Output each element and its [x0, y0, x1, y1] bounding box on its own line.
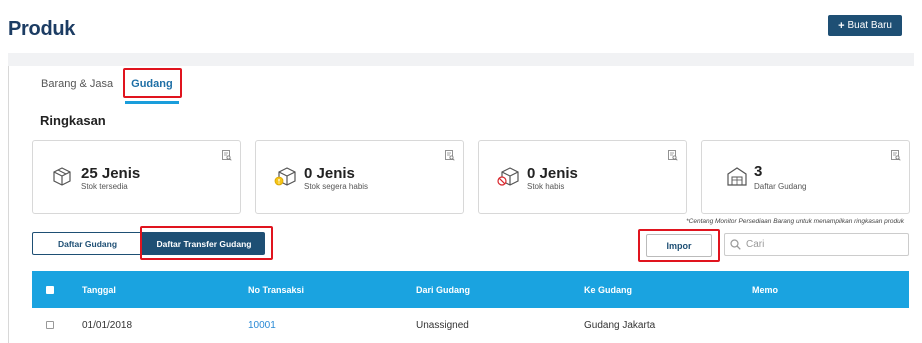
document-search-icon[interactable]	[445, 150, 455, 161]
card-value: 0 Jenis	[304, 165, 355, 182]
summary-title: Ringkasan	[40, 113, 106, 128]
card-value: 25 Jenis	[81, 165, 141, 182]
row-checkbox[interactable]	[46, 321, 54, 329]
search-box[interactable]	[724, 233, 909, 256]
plus-icon: +	[838, 19, 845, 32]
new-button-label: Buat Baru	[847, 20, 892, 31]
new-button[interactable]: + Buat Baru	[828, 15, 902, 36]
select-all-checkbox[interactable]	[46, 286, 54, 294]
card-subtitle: Stok tersedia	[81, 182, 128, 191]
document-search-icon[interactable]	[222, 150, 232, 161]
column-header-ke-gudang[interactable]: Ke Gudang	[584, 285, 632, 295]
tab-barang-jasa[interactable]: Barang & Jasa	[32, 74, 122, 100]
tab-gudang[interactable]: Gudang	[122, 74, 182, 104]
card-value: 3	[754, 163, 763, 180]
summary-note: *Centang Monitor Persediaan Barang untuk…	[686, 218, 904, 225]
product-tabs: Barang & Jasa Gudang	[32, 74, 182, 104]
summary-card-low-stock[interactable]: 0 Jenis Stok segera habis	[255, 140, 464, 214]
search-icon	[730, 239, 741, 250]
box-empty-icon	[497, 167, 519, 186]
column-header-dari-gudang[interactable]: Dari Gudang	[416, 285, 470, 295]
page-header: Produk + Buat Baru	[0, 0, 922, 53]
tab-label: Barang & Jasa	[41, 78, 114, 90]
card-value: 0 Jenis	[527, 165, 578, 182]
column-header-memo[interactable]: Memo	[752, 285, 778, 295]
table-header: Tanggal No Transaksi Dari Gudang Ke Guda…	[32, 271, 909, 308]
cell-ke-gudang: Gudang Jakarta	[584, 320, 656, 331]
summary-card-available[interactable]: 25 Jenis Stok tersedia	[32, 140, 241, 214]
page-title: Produk	[8, 18, 76, 40]
document-search-icon[interactable]	[891, 150, 901, 161]
box-warning-icon	[274, 167, 296, 186]
summary-card-out-of-stock[interactable]: 0 Jenis Stok habis	[478, 140, 687, 214]
list-toggle: Daftar Gudang Daftar Transfer Gudang	[32, 232, 265, 255]
card-subtitle: Daftar Gudang	[754, 182, 807, 191]
column-header-no-transaksi[interactable]: No Transaksi	[248, 285, 304, 295]
cell-tanggal: 01/01/2018	[82, 320, 133, 331]
cell-dari-gudang: Unassigned	[416, 320, 469, 331]
warehouse-transfer-list-button[interactable]: Daftar Transfer Gudang	[143, 232, 265, 255]
warehouse-icon	[727, 167, 747, 186]
table-row: 01/01/2018 10001 Unassigned Gudang Jakar…	[32, 308, 909, 343]
warehouse-list-button[interactable]: Daftar Gudang	[32, 232, 143, 255]
import-button[interactable]: Impor	[646, 234, 712, 257]
card-subtitle: Stok habis	[527, 182, 565, 191]
document-search-icon[interactable]	[668, 150, 678, 161]
summary-cards: 25 Jenis Stok tersedia 0 Jenis Stok sege…	[32, 140, 910, 214]
card-subtitle: Stok segera habis	[304, 182, 369, 191]
column-header-tanggal[interactable]: Tanggal	[82, 285, 116, 295]
tab-label: Gudang	[131, 78, 173, 90]
header-divider	[8, 53, 914, 66]
box-icon	[53, 167, 71, 186]
active-tab-indicator	[125, 101, 179, 104]
cell-no-transaksi-link[interactable]: 10001	[248, 320, 276, 331]
search-input[interactable]	[746, 239, 896, 250]
summary-card-warehouses[interactable]: 3 Daftar Gudang	[701, 140, 910, 214]
